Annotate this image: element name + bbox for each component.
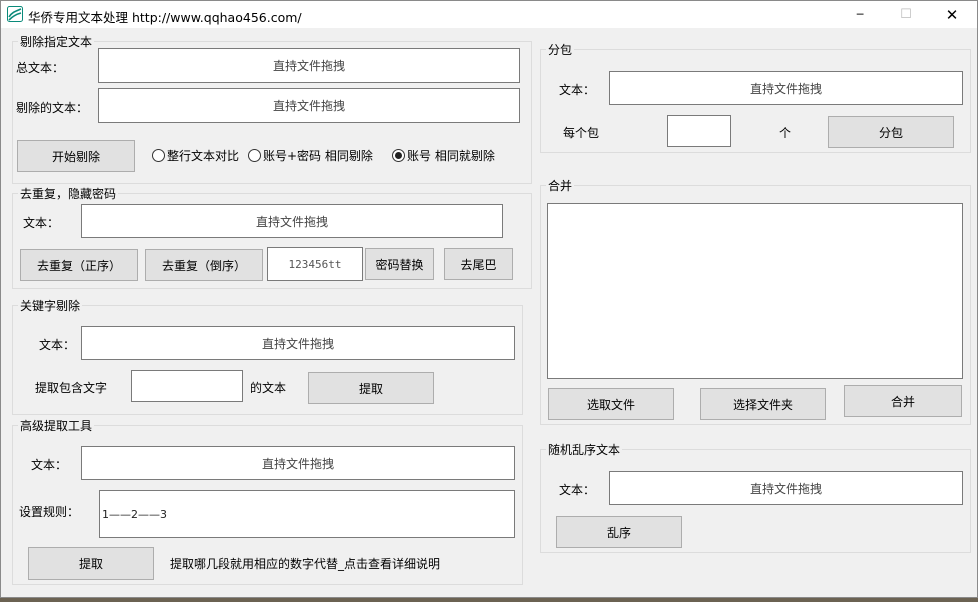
contains-text-input[interactable] (131, 370, 243, 402)
radio-whole-line[interactable]: 整行文本对比 (152, 147, 239, 164)
help-hint-link[interactable]: 提取哪几段就用相应的数字代替_点击查看详细说明 (170, 555, 440, 572)
remove-tail-button[interactable]: 去尾巴 (444, 248, 513, 280)
dedupe-text-drop-field[interactable]: 直持文件拖拽 (81, 204, 503, 238)
per-package-label: 每个包 (563, 126, 600, 140)
radio-selected-dot (395, 152, 402, 159)
password-replace-button[interactable]: 密码替换 (365, 248, 434, 280)
merge-button[interactable]: 合并 (844, 385, 962, 417)
merge-group-label: 合并 (546, 177, 575, 194)
rule-input[interactable]: 1——2——3 (99, 490, 515, 538)
select-file-button[interactable]: 选取文件 (548, 388, 674, 420)
minimize-icon: ─ (856, 8, 864, 21)
radio-account-password-label: 账号+密码 相同剔除 (263, 149, 373, 163)
keyword-group (12, 305, 523, 415)
total-text-drop-field[interactable]: 直持文件拖拽 (98, 48, 520, 83)
radio-account-only-label: 账号 相同就剔除 (407, 149, 495, 163)
shuffle-text-drop-field[interactable]: 直持文件拖拽 (609, 471, 963, 505)
radio-circle-selected (392, 149, 405, 162)
advanced-text-label: 文本： (31, 458, 68, 472)
replacement-password-input[interactable]: 123456tt (267, 247, 363, 281)
close-icon: ✕ (945, 5, 959, 24)
total-text-label: 总文本： (16, 61, 65, 75)
advanced-text-drop-field[interactable]: 直持文件拖拽 (81, 446, 515, 480)
app-logo-icon (7, 6, 23, 22)
per-package-count-input[interactable] (667, 115, 731, 147)
contains-text-label: 提取包含文字 (35, 381, 108, 395)
shuffle-button[interactable]: 乱序 (556, 516, 682, 548)
keyword-group-label: 关键字剔除 (18, 297, 83, 314)
minimize-button[interactable]: ─ (837, 1, 883, 28)
keyword-text-drop-field[interactable]: 直持文件拖拽 (81, 326, 515, 360)
text-suffix-label: 的文本 (250, 381, 287, 395)
rule-input-value: 1——2——3 (102, 507, 167, 521)
start-remove-button[interactable]: 开始剔除 (17, 140, 135, 172)
maximize-button[interactable]: ☐ (883, 1, 929, 28)
remove-text-group-label: 剔除指定文本 (18, 33, 95, 50)
maximize-icon: ☐ (900, 7, 912, 22)
dedupe-group-label: 去重复，隐藏密码 (18, 185, 119, 202)
radio-whole-line-label: 整行文本对比 (167, 149, 240, 163)
window-title: 华侨专用文本处理 http://www.qqhao456.com/ (28, 10, 302, 25)
title-bar[interactable]: 华侨专用文本处理 http://www.qqhao456.com/ ─ ☐ ✕ (1, 1, 977, 28)
split-text-label: 文本： (559, 83, 596, 97)
select-folder-button[interactable]: 选择文件夹 (700, 388, 826, 420)
removed-text-label: 剔除的文本： (16, 101, 89, 115)
radio-circle (248, 149, 261, 162)
split-group-label: 分包 (546, 41, 575, 58)
radio-account-password[interactable]: 账号+密码 相同剔除 (248, 147, 373, 164)
dedupe-descending-button[interactable]: 去重复（倒序） (145, 249, 263, 281)
split-button[interactable]: 分包 (828, 116, 954, 148)
merge-file-list[interactable] (547, 203, 963, 379)
app-window: 华侨专用文本处理 http://www.qqhao456.com/ ─ ☐ ✕ … (0, 0, 978, 598)
close-button[interactable]: ✕ (929, 1, 975, 28)
radio-circle (152, 149, 165, 162)
unit-label: 个 (779, 126, 792, 140)
shuffle-text-label: 文本： (559, 483, 596, 497)
keyword-text-label: 文本： (39, 338, 76, 352)
radio-account-only[interactable]: 账号 相同就剔除 (392, 147, 495, 164)
dedupe-text-label: 文本： (23, 216, 60, 230)
shuffle-group-label: 随机乱序文本 (546, 441, 623, 458)
advanced-extract-button[interactable]: 提取 (28, 547, 154, 580)
advanced-group-label: 高级提取工具 (18, 417, 95, 434)
split-text-drop-field[interactable]: 直持文件拖拽 (609, 71, 963, 105)
rule-label: 设置规则： (19, 505, 80, 519)
keyword-extract-button[interactable]: 提取 (308, 372, 434, 404)
dedupe-ascending-button[interactable]: 去重复（正序） (20, 249, 138, 281)
removed-text-drop-field[interactable]: 直持文件拖拽 (98, 88, 520, 123)
